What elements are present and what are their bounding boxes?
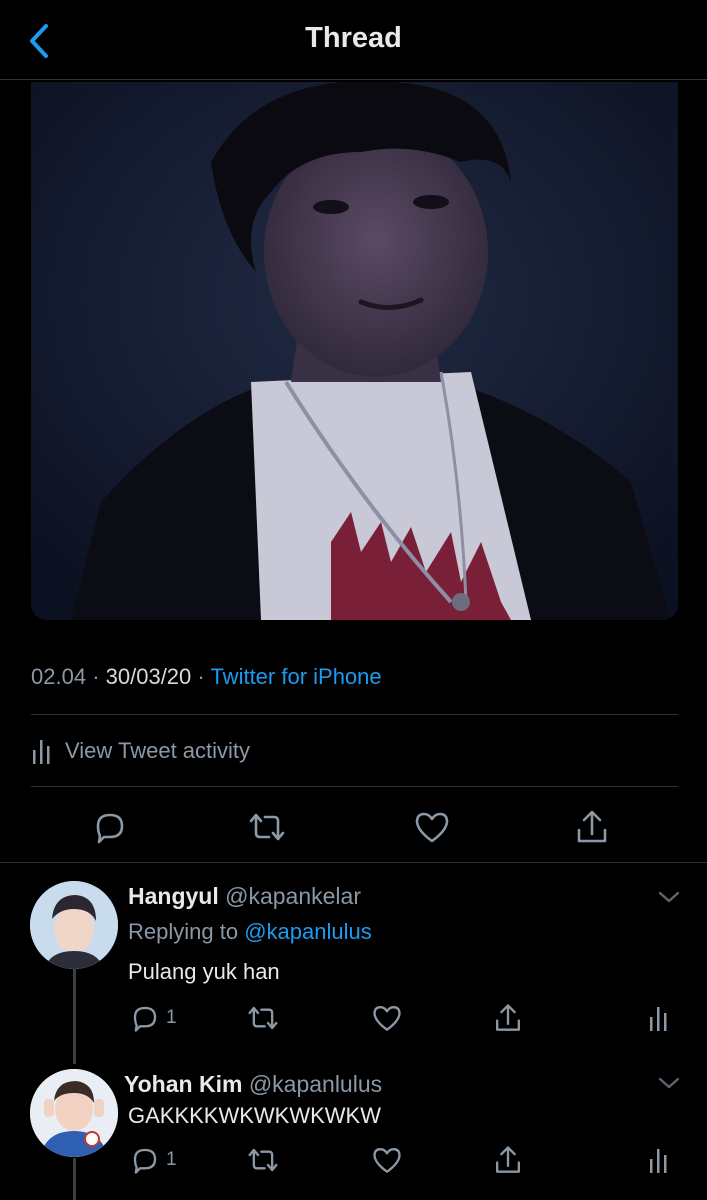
mention-link[interactable]: @kapanlulus	[244, 919, 372, 944]
like-icon	[373, 1148, 401, 1173]
reply-button[interactable]: 1	[130, 1143, 177, 1177]
top-nav-bar: Thread	[0, 0, 707, 80]
share-icon	[496, 1004, 520, 1031]
divider	[31, 714, 678, 715]
retweet-icon	[249, 813, 285, 841]
share-icon	[577, 810, 607, 843]
reply-button[interactable]	[89, 806, 131, 848]
avatar[interactable]	[30, 881, 118, 969]
reply-count: 1	[166, 1007, 177, 1028]
reply-icon	[133, 1148, 157, 1174]
tweet-source-link[interactable]: Twitter for iPhone	[210, 664, 381, 689]
chevron-down-icon[interactable]	[657, 889, 681, 905]
analytics-icon	[33, 740, 50, 764]
like-button[interactable]	[371, 1001, 403, 1035]
retweet-icon	[248, 1148, 278, 1172]
tweet-actions	[31, 806, 678, 848]
chevron-down-icon[interactable]	[657, 1075, 681, 1091]
like-button[interactable]	[411, 806, 453, 848]
display-name[interactable]: Hangyul	[128, 883, 219, 909]
display-name[interactable]: Yohan Kim	[124, 1071, 242, 1097]
retweet-button[interactable]	[246, 1143, 280, 1177]
tweet-time: 02.04	[31, 664, 87, 689]
reply-header: Hangyul @kapankelar	[128, 883, 361, 910]
replying-to-label: Replying to	[128, 919, 239, 944]
retweet-button[interactable]	[246, 806, 288, 848]
reply-text: GAKKKKWKWKWKWKW	[128, 1103, 381, 1128]
view-tweet-activity-button[interactable]: View Tweet activity	[31, 734, 250, 768]
reply-header: Yohan Kim @kapanlulus	[124, 1071, 382, 1098]
reply-text: Pulang yuk han	[128, 959, 280, 984]
share-icon	[496, 1146, 520, 1173]
like-button[interactable]	[371, 1143, 403, 1177]
meta-separator: ·	[197, 664, 205, 689]
view-tweet-activity-label: View Tweet activity	[65, 738, 251, 763]
like-icon	[415, 812, 449, 843]
page-title: Thread	[305, 22, 402, 54]
reply-count: 1	[166, 1149, 177, 1170]
tweet-meta: 02.04 · 30/03/20 · Twitter for iPhone	[31, 664, 382, 690]
share-button[interactable]	[493, 1143, 523, 1177]
replying-to: Replying to @kapanlulus	[128, 919, 372, 945]
reply-icon	[133, 1006, 157, 1032]
tweet-date: 30/03/20	[105, 664, 192, 689]
username[interactable]: @kapanlulus	[249, 1071, 382, 1097]
analytics-icon	[650, 1149, 667, 1173]
tweet-activity-button[interactable]	[648, 1001, 668, 1035]
tweet-photo[interactable]	[31, 82, 678, 620]
username[interactable]: @kapankelar	[225, 883, 361, 909]
analytics-icon	[650, 1007, 667, 1031]
portrait-image	[31, 82, 678, 620]
avatar-image	[30, 1069, 118, 1157]
meta-separator: ·	[92, 664, 100, 689]
reply-tweet[interactable]: Yohan Kim @kapanlulus GAKKKKWKWKWKWKW 1	[0, 1063, 707, 1200]
share-button[interactable]	[571, 806, 613, 848]
reply-button[interactable]: 1	[130, 1001, 177, 1035]
reply-icon	[96, 813, 124, 844]
retweet-button[interactable]	[246, 1001, 280, 1035]
retweet-icon	[248, 1006, 278, 1030]
avatar[interactable]	[30, 1069, 118, 1157]
divider	[31, 786, 678, 787]
like-icon	[373, 1006, 401, 1031]
share-button[interactable]	[493, 1001, 523, 1035]
reply-tweet[interactable]: Hangyul @kapankelar Replying to @kapanlu…	[0, 863, 707, 1063]
tweet-activity-button[interactable]	[648, 1143, 668, 1177]
avatar-image	[30, 881, 118, 969]
